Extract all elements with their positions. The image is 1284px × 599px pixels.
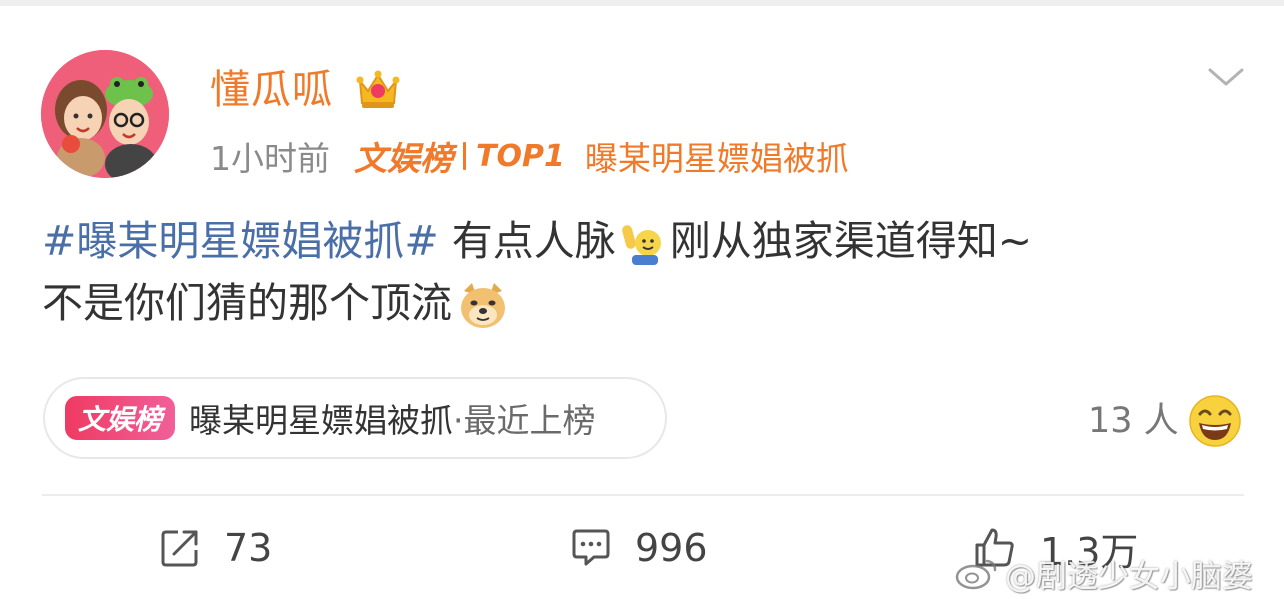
topic-card[interactable]: 文娱榜 曝某明星嫖娼被抓 ·最近上榜 [43, 377, 667, 459]
hand-raise-emoji-icon [621, 225, 661, 265]
post-text-1: 有点人脉 [438, 217, 616, 265]
post-text-2: 刚从独家渠道得知~ [669, 217, 1033, 265]
hashtag-link[interactable]: #曝某明星嫖娼被抓# [42, 217, 439, 265]
crown-icon [356, 70, 400, 108]
post-text-3: 不是你们猜的那个顶流 [42, 279, 452, 327]
rank-position[interactable]: TOP1 [476, 139, 565, 174]
topic-title: 曝某明星嫖娼被抓 [189, 401, 454, 440]
weibo-logo-icon [955, 559, 997, 590]
watermark-text: @剧透少女小脑婆 [1005, 558, 1253, 595]
avatar[interactable] [41, 50, 169, 178]
doge-emoji-icon [461, 283, 505, 328]
avatar-illustration [41, 50, 169, 178]
rank-brand-label[interactable]: 文娱榜 [354, 132, 453, 180]
repost-button[interactable]: 73 [158, 518, 272, 578]
post-meta: 1小时前 文娱榜 TOP1 曝某明星嫖娼被抓 [210, 132, 849, 180]
post-body: #曝某明星嫖娼被抓# 有点人脉 刚从独家渠道得知~ 不是你们猜的那个顶流 [42, 210, 1252, 334]
participant-count[interactable]: 13 人 [1088, 392, 1179, 443]
top-divider-strip [0, 0, 1284, 6]
comment-icon [572, 529, 610, 566]
rank-divider [463, 142, 466, 170]
action-divider [42, 494, 1244, 496]
laugh-emoji-icon[interactable] [1188, 394, 1242, 448]
repost-icon [161, 530, 198, 567]
chevron-down-icon[interactable] [1206, 62, 1246, 92]
repost-count: 73 [224, 526, 273, 570]
post-time: 1小时前 [210, 139, 330, 178]
author-name[interactable]: 懂瓜呱 [210, 64, 333, 116]
topic-badge: 文娱榜 [65, 396, 176, 440]
comment-button[interactable]: 996 [569, 518, 708, 578]
comment-count: 996 [635, 526, 708, 570]
topic-status: ·最近上榜 [453, 401, 596, 440]
rank-topic-link[interactable]: 曝某明星嫖娼被抓 [585, 132, 849, 180]
watermark: @剧透少女小脑婆 [955, 553, 1253, 595]
